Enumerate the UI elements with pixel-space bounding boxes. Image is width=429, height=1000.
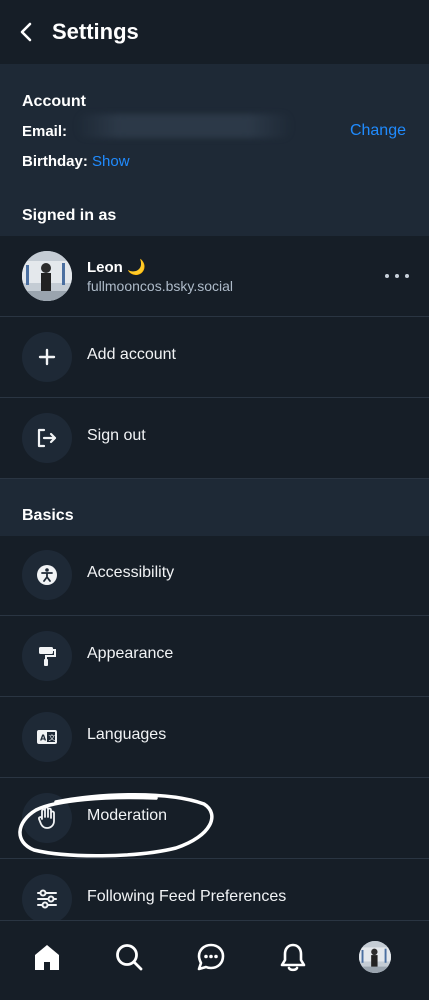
accessibility-label: Accessibility: [87, 564, 175, 581]
signed-in-heading: Signed in as: [22, 207, 117, 224]
change-email-link[interactable]: Change: [350, 122, 406, 140]
paint-roller-icon: [22, 631, 72, 681]
dot-icon: [395, 274, 399, 278]
tab-home[interactable]: [29, 939, 65, 975]
dot-icon: [385, 274, 389, 278]
account-section: Account Email: Change Birthday: Show Sig…: [0, 64, 429, 236]
accessibility-icon: [22, 550, 72, 600]
search-icon: [116, 944, 143, 971]
birthday-row: Birthday: Show: [22, 153, 130, 170]
home-icon: [35, 945, 59, 970]
profile-avatar: [359, 941, 391, 973]
languages-row[interactable]: A 文 Languages: [0, 697, 429, 778]
birthday-show-link[interactable]: Show: [92, 153, 130, 170]
appearance-row[interactable]: Appearance: [0, 616, 429, 697]
basics-section-header: Basics: [0, 479, 429, 536]
header-bar: Settings: [0, 0, 429, 64]
svg-text:文: 文: [49, 733, 56, 742]
bottom-tab-bar: [0, 920, 429, 1000]
current-account-row[interactable]: Leon 🌙 fullmooncos.bsky.social: [0, 236, 429, 317]
plus-icon: [22, 332, 72, 382]
email-value-redacted: [76, 114, 292, 138]
tab-chat[interactable]: [193, 939, 229, 975]
appearance-label: Appearance: [87, 645, 174, 662]
add-account-row[interactable]: Add account: [0, 317, 429, 398]
avatar: [22, 251, 72, 301]
moderation-label: Moderation: [87, 807, 168, 824]
moderation-row[interactable]: Moderation: [0, 778, 429, 859]
svg-text:A: A: [40, 734, 47, 743]
sign-out-row[interactable]: Sign out: [0, 398, 429, 479]
basics-heading: Basics: [22, 507, 74, 524]
hand-icon: [22, 793, 72, 843]
following-feed-preferences-label: Following Feed Preferences: [87, 888, 287, 905]
account-handle: fullmooncos.bsky.social: [87, 278, 234, 294]
chat-icon: [197, 943, 225, 971]
tab-search[interactable]: [111, 939, 147, 975]
back-button[interactable]: [0, 0, 52, 64]
basics-list: Accessibility Appearance A 文 Languages M…: [0, 535, 429, 940]
sign-out-icon: [22, 413, 72, 463]
accessibility-row[interactable]: Accessibility: [0, 535, 429, 616]
chevron-left-icon: [20, 22, 32, 42]
account-name: Leon 🌙: [87, 259, 146, 276]
sliders-icon: [22, 874, 72, 924]
add-account-label: Add account: [87, 346, 176, 363]
more-options-button[interactable]: [385, 268, 409, 284]
dot-icon: [405, 274, 409, 278]
signed-in-list: Leon 🌙 fullmooncos.bsky.social Add accou…: [0, 236, 429, 479]
language-icon: A 文: [22, 712, 72, 762]
account-heading: Account: [22, 93, 86, 110]
email-label: Email:: [22, 123, 68, 140]
page-title: Settings: [52, 19, 139, 44]
birthday-label: Birthday:: [22, 153, 88, 170]
languages-label: Languages: [87, 726, 167, 743]
sign-out-label: Sign out: [87, 427, 146, 444]
tab-profile[interactable]: [357, 939, 393, 975]
bell-icon: [280, 943, 306, 972]
tab-notifications[interactable]: [275, 939, 311, 975]
